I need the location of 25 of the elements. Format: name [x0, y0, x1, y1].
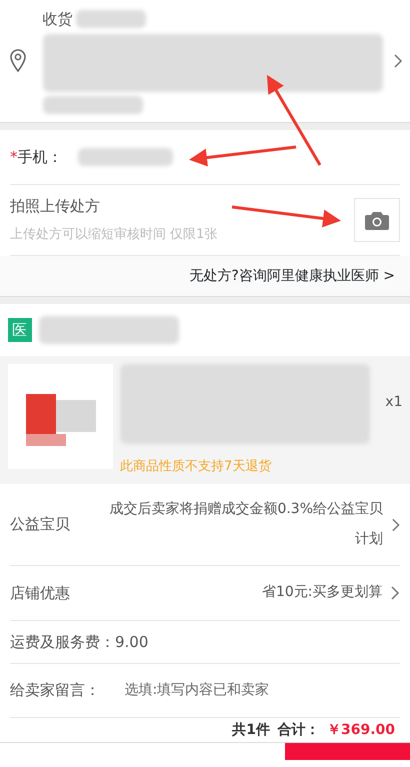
address-label: 收货	[42, 9, 72, 30]
blurred-block	[76, 10, 146, 28]
quantity: x1	[385, 392, 402, 412]
shop-badge: 医	[8, 318, 32, 342]
camera-button[interactable]	[354, 198, 400, 242]
return-policy-notice: 此商品性质不支持7天退货	[120, 458, 272, 476]
upload-title: 拍照上传处方	[10, 196, 100, 218]
item-count: 共1件	[232, 720, 270, 740]
chevron-right-icon[interactable]	[392, 53, 402, 69]
row-label: 运费及服务费：9.00	[10, 632, 148, 653]
row-value: 省10元:买多更划算	[260, 583, 382, 602]
upload-hint: 上传处方可以缩短审核时间 仅限1张	[10, 226, 218, 244]
row-label: 店铺优惠	[10, 582, 70, 604]
message-field[interactable]: 选填:填写内容已和卖家	[122, 679, 322, 702]
camera-icon	[365, 210, 389, 230]
required-mark: *	[10, 146, 18, 168]
total-price: ￥369.00	[326, 720, 395, 740]
row-label: 给卖家留言：	[10, 680, 100, 702]
chevron-right-icon[interactable]	[390, 516, 400, 532]
chevron-right-icon[interactable]	[390, 585, 400, 601]
row-value: 成交后卖家将捐赠成交金额0.3%给公益宝贝计划	[108, 500, 384, 548]
location-icon	[8, 48, 28, 74]
row-label: 公益宝贝	[10, 514, 70, 536]
phone-label: 手机：	[18, 146, 62, 168]
total-label: 合计：	[277, 720, 320, 740]
